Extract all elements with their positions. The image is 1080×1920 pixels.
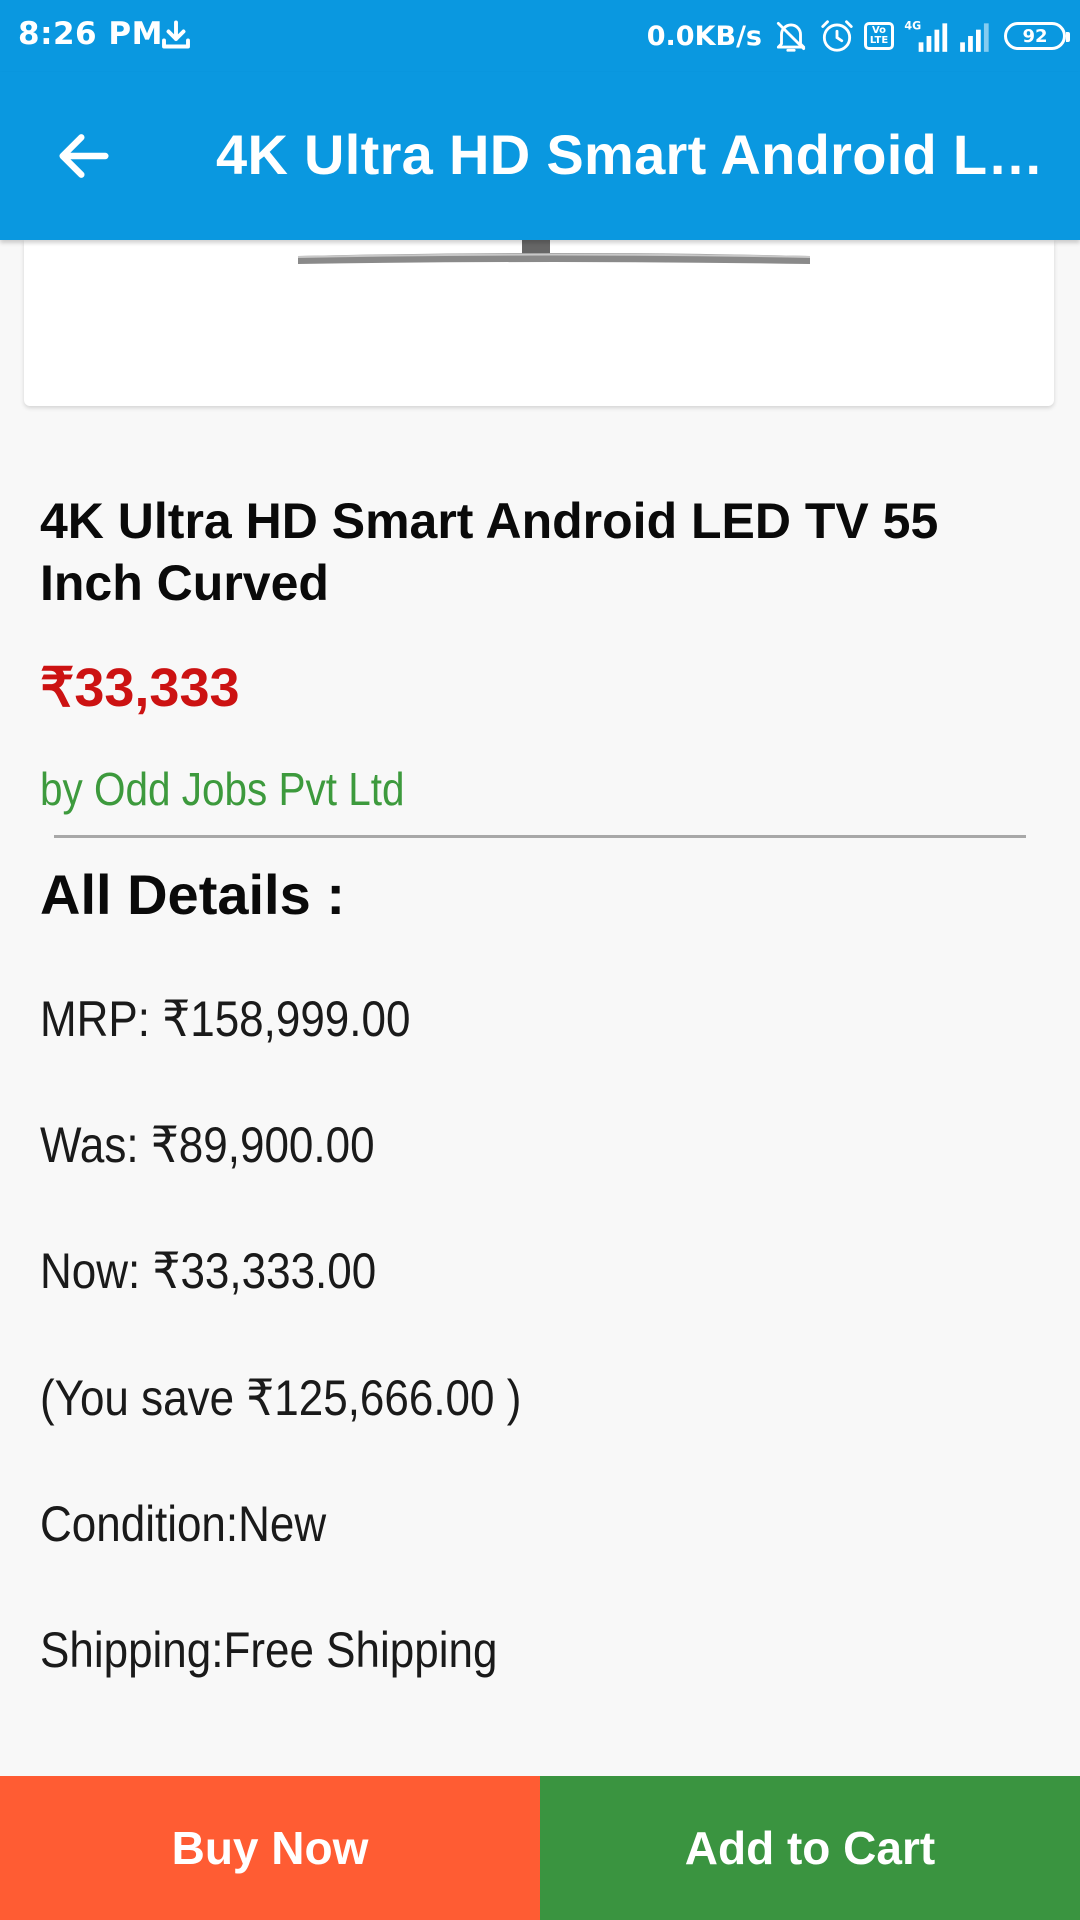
arrow-left-icon[interactable]	[52, 124, 116, 188]
mute-bell-icon	[776, 21, 806, 52]
detail-mrp: MRP: ₹158,999.00	[40, 991, 411, 1047]
detail-savings: (You save ₹125,666.00 )	[40, 1370, 522, 1426]
app-bar: 4K Ultra HD Smart Android LED TV 55 Inch…	[0, 72, 1080, 240]
detail-shipping: Shipping:Free Shipping	[40, 1622, 498, 1678]
status-bar: 8:26 PM 0.0KB/s Vo LTE 4G 92	[0, 0, 1080, 72]
buy-now-button[interactable]: Buy Now	[0, 1776, 540, 1920]
volte-icon: Vo LTE	[864, 22, 894, 50]
signal-icon	[960, 23, 989, 52]
network-type-label: 4G	[904, 20, 921, 33]
download-icon	[162, 20, 190, 49]
product-image	[297, 240, 811, 264]
add-to-cart-button[interactable]: Add to Cart	[540, 1776, 1080, 1920]
battery-icon: 92	[1004, 22, 1070, 50]
page-title: 4K Ultra HD Smart Android LED TV 55 Inch…	[216, 123, 1052, 186]
network-speed: 0.0KB/s	[646, 20, 762, 52]
bottom-action-bar: Buy Now Add to Cart	[0, 1776, 1080, 1920]
divider	[54, 835, 1026, 838]
status-time: 8:26 PM	[18, 16, 163, 52]
product-title: 4K Ultra HD Smart Android LED TV 55 Inch…	[40, 493, 939, 611]
detail-now-price: Now: ₹33,333.00	[40, 1243, 377, 1299]
signal-4g-icon: 4G	[904, 20, 948, 52]
alarm-icon	[821, 20, 853, 52]
seller-name[interactable]: by Odd Jobs Pvt Ltd	[40, 762, 405, 816]
detail-was-price: Was: ₹89,900.00	[40, 1117, 375, 1173]
details-heading: All Details :	[40, 863, 345, 926]
product-image-card[interactable]	[24, 240, 1054, 406]
status-icons: 0.0KB/s Vo LTE 4G 92	[646, 0, 1070, 72]
product-price: ₹33,333	[40, 658, 240, 718]
detail-condition: Condition:New	[40, 1496, 327, 1552]
